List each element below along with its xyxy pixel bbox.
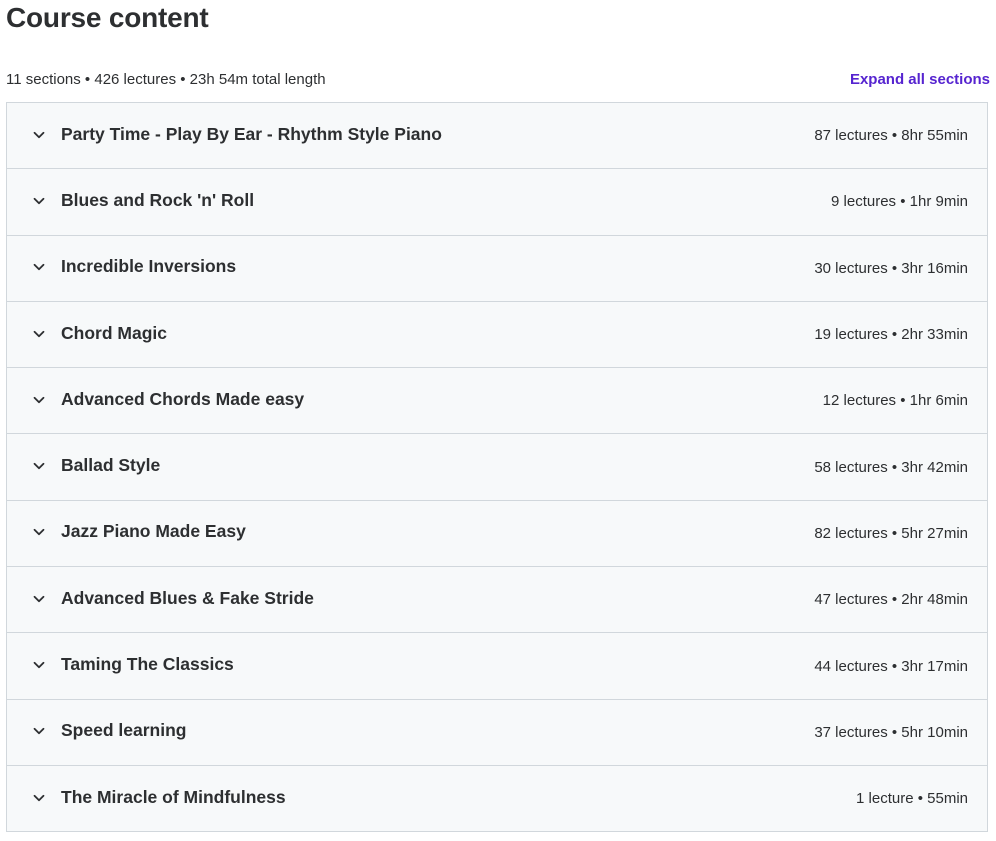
section-item[interactable]: Chord Magic 19 lectures • 2hr 33min (7, 301, 987, 369)
section-meta: 1 lecture • 55min (856, 790, 968, 808)
course-summary: 11 sections • 426 lectures • 23h 54m tot… (6, 70, 326, 88)
chevron-down-icon (31, 524, 47, 540)
section-title: Advanced Blues & Fake Stride (61, 587, 314, 608)
section-title: Blues and Rock 'n' Roll (61, 189, 255, 210)
section-item[interactable]: The Miracle of Mindfulness 1 lecture • 5… (7, 765, 987, 833)
section-item[interactable]: Party Time - Play By Ear - Rhythm Style … (7, 103, 987, 170)
section-item[interactable]: Ballad Style 58 lectures • 3hr 42min (7, 434, 987, 501)
section-meta: 44 lectures • 3hr 17min (814, 657, 968, 675)
chevron-down-icon (31, 326, 47, 342)
section-meta: 58 lectures • 3hr 42min (814, 458, 968, 476)
section-item[interactable]: Advanced Blues & Fake Stride 47 lectures… (7, 567, 987, 634)
chevron-down-icon (31, 458, 47, 474)
section-item[interactable]: Blues and Rock 'n' Roll 9 lectures • 1hr… (7, 169, 987, 236)
chevron-down-icon (31, 591, 47, 607)
section-title: Ballad Style (61, 455, 161, 476)
section-meta: 30 lectures • 3hr 16min (814, 259, 968, 277)
section-title: Jazz Piano Made Easy (61, 521, 246, 542)
section-item[interactable]: Incredible Inversions 30 lectures • 3hr … (7, 235, 987, 302)
section-meta: 87 lectures • 8hr 55min (814, 127, 968, 145)
expand-all-sections-button[interactable]: Expand all sections (850, 71, 990, 88)
section-meta: 37 lectures • 5hr 10min (814, 723, 968, 741)
section-item[interactable]: Taming The Classics 44 lectures • 3hr 17… (7, 633, 987, 700)
chevron-down-icon (31, 193, 47, 209)
chevron-down-icon (31, 392, 47, 408)
page-title: Course content (6, 2, 209, 33)
section-item[interactable]: Jazz Piano Made Easy 82 lectures • 5hr 2… (7, 500, 987, 568)
chevron-down-icon (31, 259, 47, 275)
section-title: Speed learning (61, 720, 187, 741)
section-item[interactable]: Advanced Chords Made easy 12 lectures • … (7, 368, 987, 435)
chevron-down-icon (31, 723, 47, 739)
section-title: Advanced Chords Made easy (61, 388, 305, 409)
section-title: The Miracle of Mindfulness (61, 786, 286, 807)
section-meta: 19 lectures • 2hr 33min (814, 326, 968, 344)
section-meta: 12 lectures • 1hr 6min (822, 392, 968, 410)
section-meta: 47 lectures • 2hr 48min (814, 591, 968, 609)
chevron-down-icon (31, 790, 47, 806)
chevron-down-icon (31, 127, 47, 143)
sections-accordion: Party Time - Play By Ear - Rhythm Style … (6, 102, 988, 833)
section-title: Chord Magic (61, 322, 167, 343)
section-meta: 82 lectures • 5hr 27min (814, 524, 968, 542)
section-title: Taming The Classics (61, 654, 234, 675)
chevron-down-icon (31, 657, 47, 673)
section-meta: 9 lectures • 1hr 9min (831, 193, 968, 211)
section-title: Incredible Inversions (61, 256, 237, 277)
section-title: Party Time - Play By Ear - Rhythm Style … (61, 123, 442, 144)
course-summary-row: 11 sections • 426 lectures • 23h 54m tot… (6, 69, 990, 89)
section-item[interactable]: Speed learning 37 lectures • 5hr 10min (7, 699, 987, 766)
course-content-page: Course content 11 sections • 426 lecture… (0, 0, 996, 841)
